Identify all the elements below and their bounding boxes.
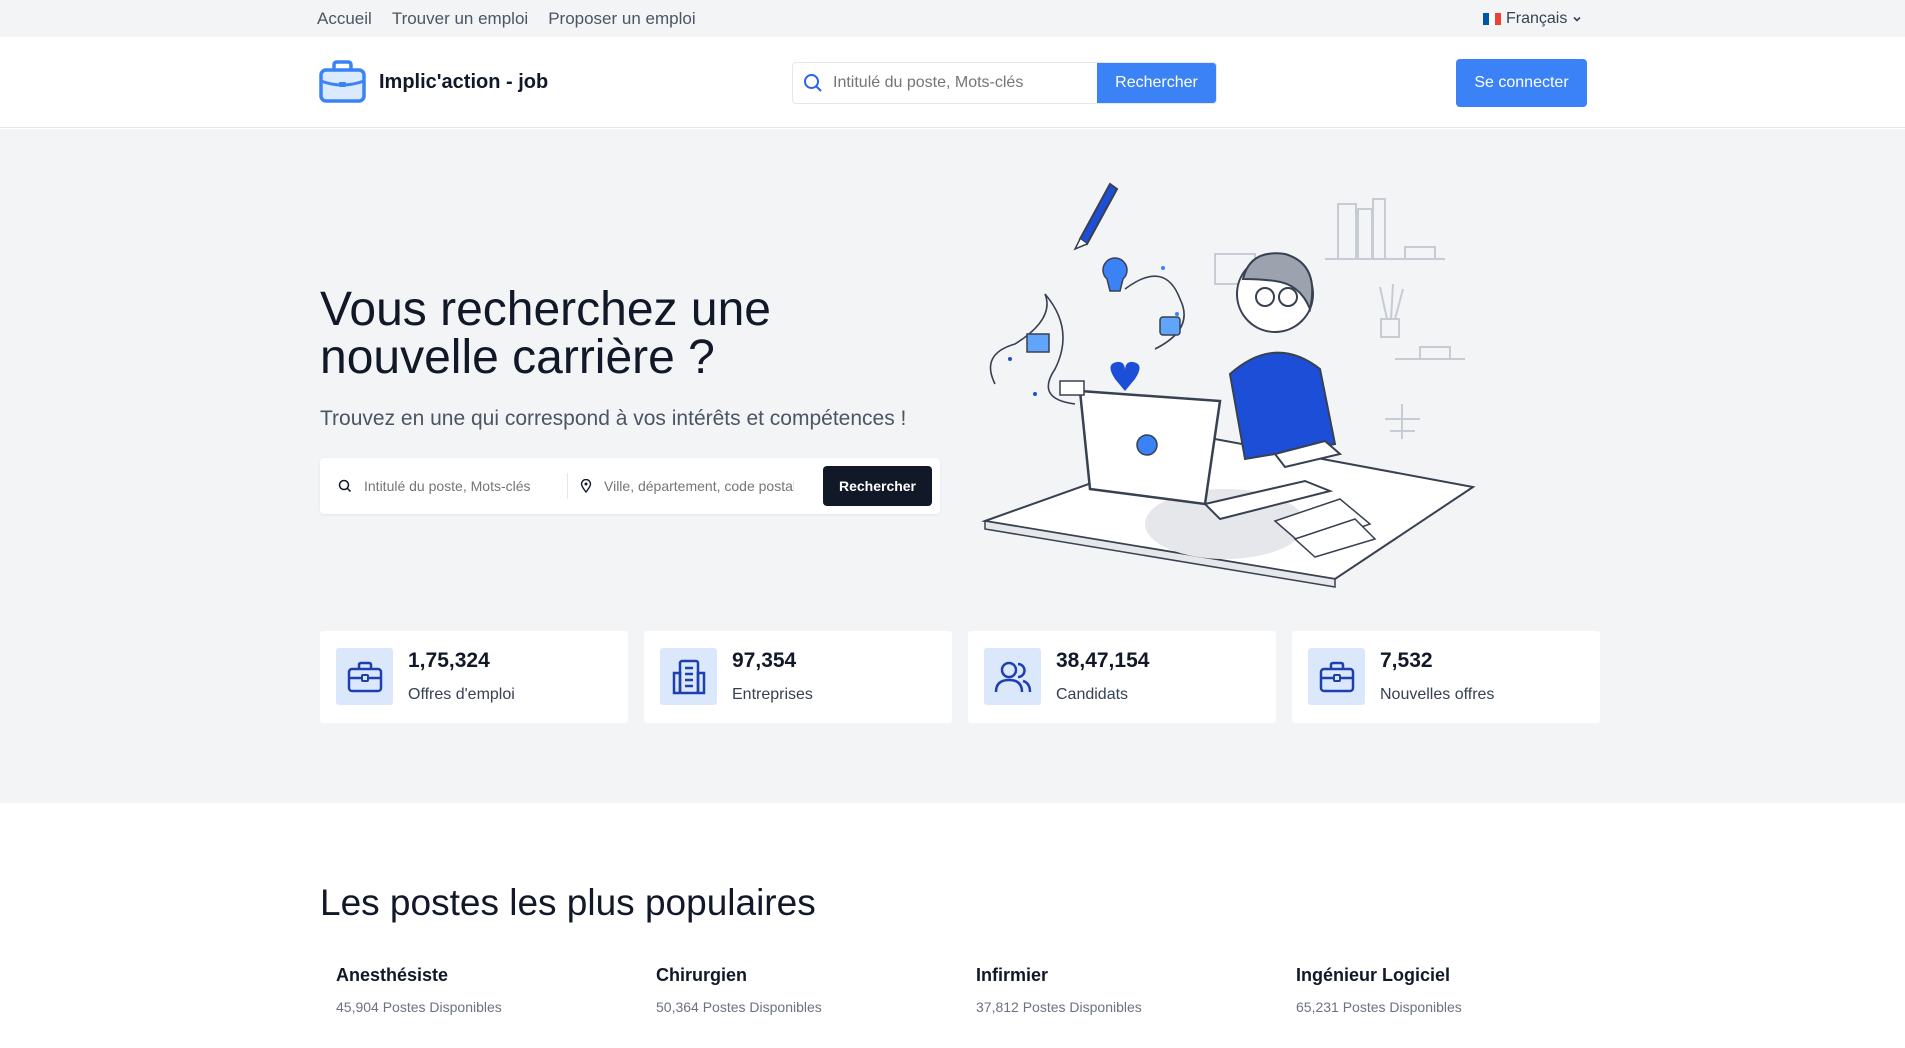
popular-job-item[interactable]: Infirmier 37,812 Postes Disponibles	[976, 965, 1276, 1015]
stat-value: 38,47,154	[1056, 649, 1150, 672]
popular-jobs-title: Les postes les plus populaires	[320, 882, 816, 923]
person-at-laptop-illustration	[981, 182, 1476, 588]
language-label: Français	[1506, 10, 1568, 27]
top-bar: Accueil Trouver un emploi Proposer un em…	[0, 0, 1905, 37]
login-button[interactable]: Se connecter	[1456, 59, 1587, 107]
nav-link-home[interactable]: Accueil	[317, 9, 372, 29]
job-title: Infirmier	[976, 965, 1049, 985]
location-pin-icon	[580, 479, 592, 493]
briefcase-icon	[1308, 648, 1365, 705]
popular-job-item[interactable]: Anesthésiste 45,904 Postes Disponibles	[336, 965, 636, 1015]
header-search-button[interactable]: Rechercher	[1097, 63, 1216, 103]
stat-label: Candidats	[1056, 686, 1129, 703]
job-title: Chirurgien	[656, 965, 748, 985]
stats-row: 1,75,324 Offres d'emploi 97,354 Entrepri…	[320, 631, 1600, 723]
briefcase-logo-icon[interactable]	[319, 59, 366, 103]
stat-card-job-offers: 1,75,324 Offres d'emploi	[320, 631, 628, 723]
stat-label: Nouvelles offres	[1380, 686, 1495, 703]
stat-card-companies: 97,354 Entreprises	[644, 631, 952, 723]
hero-section: Vous recherchez une nouvelle carrière ? …	[0, 129, 1905, 803]
job-count: 45,904 Postes Disponibles	[336, 999, 502, 1015]
briefcase-icon	[336, 648, 393, 705]
french-flag-icon	[1483, 13, 1501, 25]
hero-subtitle: Trouvez en une qui correspond à vos inté…	[320, 407, 907, 430]
popular-job-item[interactable]: Chirurgien 50,364 Postes Disponibles	[656, 965, 956, 1015]
location-input[interactable]	[604, 478, 794, 494]
keyword-field	[338, 478, 567, 494]
job-count: 50,364 Postes Disponibles	[656, 999, 822, 1015]
chevron-down-icon	[1573, 16, 1581, 22]
logo-text[interactable]: Implic'action - job	[379, 71, 548, 94]
stat-label: Offres d'emploi	[408, 686, 515, 703]
header-search: Rechercher	[792, 62, 1217, 104]
users-icon	[984, 648, 1041, 705]
search-icon	[338, 479, 352, 493]
header: Implic'action - job Rechercher Se connec…	[0, 37, 1905, 128]
field-divider	[567, 473, 568, 499]
popular-job-item[interactable]: Ingénieur Logiciel 65,231 Postes Disponi…	[1296, 965, 1596, 1015]
stat-card-new-offers: 7,532 Nouvelles offres	[1292, 631, 1600, 723]
hero-search-button[interactable]: Rechercher	[823, 466, 932, 506]
stat-value: 1,75,324	[408, 649, 490, 672]
stat-card-candidates: 38,47,154 Candidats	[968, 631, 1276, 723]
language-selector[interactable]: Français	[1483, 10, 1582, 28]
stat-label: Entreprises	[732, 686, 813, 703]
hero-search-form: Rechercher	[320, 458, 940, 514]
hero-title: Vous recherchez une nouvelle carrière ?	[320, 283, 771, 384]
building-icon	[660, 648, 717, 705]
nav-link-find-job[interactable]: Trouver un emploi	[392, 9, 528, 29]
job-title: Anesthésiste	[336, 965, 449, 985]
job-count: 65,231 Postes Disponibles	[1296, 999, 1462, 1015]
stat-value: 97,354	[732, 649, 797, 672]
keyword-input[interactable]	[364, 478, 554, 494]
top-nav: Accueil Trouver un emploi Proposer un em…	[317, 9, 696, 29]
location-field	[580, 478, 820, 494]
stat-value: 7,532	[1380, 649, 1433, 672]
popular-jobs-list: Anesthésiste 45,904 Postes Disponibles C…	[336, 965, 1636, 1025]
job-count: 37,812 Postes Disponibles	[976, 999, 1142, 1015]
search-icon	[793, 63, 833, 103]
header-search-input[interactable]	[833, 63, 1097, 103]
nav-link-post-job[interactable]: Proposer un emploi	[548, 9, 695, 29]
job-title: Ingénieur Logiciel	[1296, 965, 1451, 985]
